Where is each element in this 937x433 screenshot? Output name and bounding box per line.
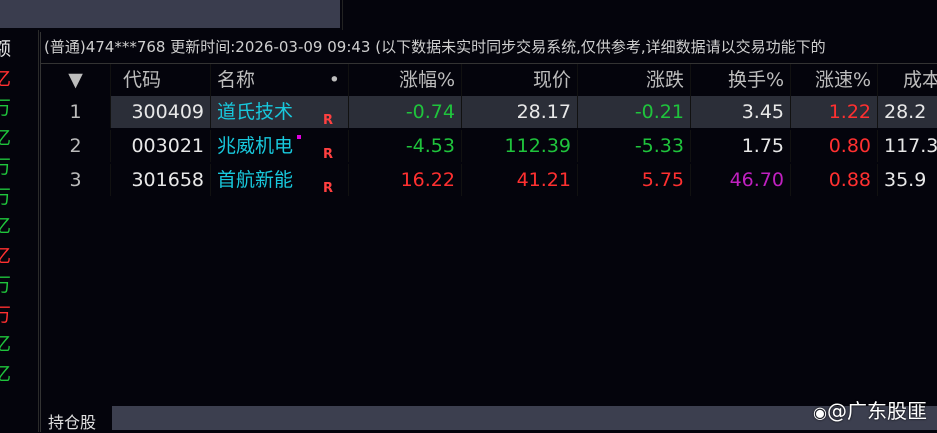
r-flag-icon: R xyxy=(323,113,334,128)
tab-bar: 持仓股 xyxy=(41,406,937,432)
top-right-panel xyxy=(342,0,937,30)
left-unit-label: 亿 xyxy=(0,215,12,237)
left-unit-label: 亿 xyxy=(0,362,12,385)
left-column: 额亿万亿万万亿亿万万亿亿 xyxy=(0,30,39,432)
cost: 28.2 xyxy=(878,96,937,128)
account-info: (普通)474***768 更新时间:2026-03-09 09:43 (以下数… xyxy=(44,38,826,56)
change: 5.75 xyxy=(578,164,691,196)
col-name[interactable]: 名称 • xyxy=(211,64,349,96)
table-row[interactable]: 3 301658 首航新能 R 16.22 41.21 5.75 46.70 0.… xyxy=(41,164,937,196)
sort-icon[interactable]: ▼ xyxy=(41,64,111,96)
speed: 0.80 xyxy=(791,130,878,162)
r-flag-icon: R xyxy=(323,147,334,162)
r-flag-icon: R xyxy=(323,181,334,196)
left-unit-label: 亿 xyxy=(0,67,12,90)
turnover: 46.70 xyxy=(691,164,791,196)
left-unit-label: 万 xyxy=(0,156,12,178)
speed: 0.88 xyxy=(791,164,878,196)
left-unit-label: 万 xyxy=(0,303,12,326)
col-price[interactable]: 现价 xyxy=(462,64,578,96)
left-unit-label: 万 xyxy=(0,185,12,208)
col-pct[interactable]: 涨幅% xyxy=(349,64,462,96)
row-index: 2 xyxy=(41,130,111,162)
left-unit-label: 额 xyxy=(0,38,12,60)
price: 28.17 xyxy=(462,96,578,128)
pct-change: R -4.53 xyxy=(297,130,462,162)
speed: 1.22 xyxy=(791,96,878,128)
left-unit-label: 亿 xyxy=(0,244,12,267)
left-unit-label: 万 xyxy=(0,97,12,119)
col-name-label: 名称 xyxy=(217,69,256,91)
left-unit-label: 亿 xyxy=(0,333,12,355)
row-index: 3 xyxy=(41,164,111,196)
pct-value: -0.74 xyxy=(405,101,455,123)
turnover: 3.45 xyxy=(691,96,791,128)
change: -0.21 xyxy=(578,96,691,128)
turnover: 1.75 xyxy=(691,130,791,162)
price: 112.39 xyxy=(462,130,578,162)
tab-holdings[interactable]: 持仓股 xyxy=(48,409,96,433)
col-turnover[interactable]: 换手% xyxy=(691,64,791,96)
pct-change: R 16.22 xyxy=(323,164,462,196)
cost: 117.3 xyxy=(878,130,937,162)
change: -5.33 xyxy=(578,130,691,162)
watermark-text: @广东股匪 xyxy=(827,399,927,423)
marker-icon xyxy=(297,135,301,139)
row-index: 1 xyxy=(41,96,111,128)
top-toolbar xyxy=(0,0,340,28)
left-unit-label: 亿 xyxy=(0,126,12,149)
margin-flag: R xyxy=(323,170,333,205)
stock-code: 300409 xyxy=(111,96,211,128)
table-row[interactable]: 2 003021 兆威机电 R -4.53 112.39 -5.33 1.75 0… xyxy=(41,130,937,162)
dot-icon: • xyxy=(328,69,340,91)
cost: 35.9 xyxy=(878,164,937,196)
col-cost[interactable]: 成本 xyxy=(878,64,937,96)
left-unit-label: 万 xyxy=(0,274,12,296)
pct-value: -4.53 xyxy=(405,135,455,157)
stock-code: 003021 xyxy=(111,130,211,162)
price: 41.21 xyxy=(462,164,578,196)
watermark: ◉@广东股匪 xyxy=(813,395,927,424)
weibo-icon: ◉ xyxy=(813,403,827,422)
table-header: ▼ 代码 名称 • 涨幅% 现价 涨跌 换手% 涨速% 成本 xyxy=(41,63,937,96)
stock-code: 301658 xyxy=(111,164,211,196)
col-chg[interactable]: 涨跌 xyxy=(578,64,691,96)
holdings-panel: (普通)474***768 更新时间:2026-03-09 09:43 (以下数… xyxy=(40,32,937,432)
col-code[interactable]: 代码 xyxy=(111,64,211,96)
col-speed[interactable]: 涨速% xyxy=(791,64,878,96)
pct-change: R -0.74 xyxy=(323,96,462,128)
pct-value: 16.22 xyxy=(400,169,455,191)
table-row[interactable]: 1 300409 道氏技术 R -0.74 28.17 -0.21 3.45 1.… xyxy=(41,96,937,128)
